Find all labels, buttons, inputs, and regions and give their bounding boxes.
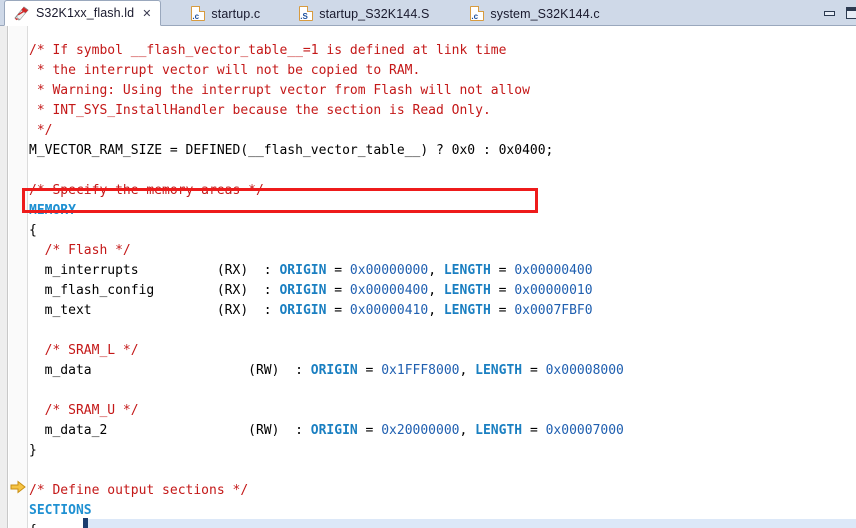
maximize-button[interactable] (840, 4, 856, 22)
gutter-arrow-icon[interactable] (10, 480, 26, 494)
tab-startup-s32k144-s[interactable]: .S startup_S32K144.S (291, 1, 438, 26)
code-line: /* Specify the memory areas */ (29, 183, 264, 198)
code-viewport[interactable]: /* If symbol __flash_vector_table__=1 is… (29, 26, 856, 528)
tab-label: S32K1xx_flash.ld (36, 6, 135, 20)
tab-system-s32k144-c[interactable]: .c system_S32K144.c (462, 1, 608, 26)
tab-label: system_S32K144.c (490, 6, 600, 21)
code-line: M_VECTOR_RAM_SIZE = DEFINED(__flash_vect… (29, 143, 554, 158)
code-line: /* Define output sections */ (29, 483, 249, 498)
tab-strip: S32K1xx_flash.ld ✕ .c startup.c .S start… (0, 0, 609, 26)
code-line: { (29, 223, 37, 238)
code-line: /* If symbol __flash_vector_table__=1 is… (29, 43, 507, 58)
code-line-memory-m-data-2: m_data_2 (RW) : ORIGIN = 0x20000000, LEN… (44, 423, 624, 438)
minimize-icon (824, 10, 835, 16)
c-file-icon-label: .c (192, 12, 200, 21)
editor-outer-gutter (0, 26, 8, 528)
c-file-icon-label: .c (471, 12, 479, 21)
window-controls (819, 0, 856, 26)
maximize-icon (845, 7, 856, 19)
code-line: * INT_SYS_InstallHandler because the sec… (29, 103, 491, 118)
editor-annotation-gutter[interactable] (9, 26, 28, 528)
code-line-memory-m-interrupts: m_interrupts (RX) : ORIGIN = 0x00000000,… (44, 263, 593, 278)
asm-file-icon-label: .S (300, 12, 308, 21)
editor-window: S32K1xx_flash.ld ✕ .c startup.c .S start… (0, 0, 856, 528)
code-line-keyword-memory: MEMORY (29, 203, 76, 218)
code-line-keyword-sections: SECTIONS (29, 503, 92, 518)
tab-label: startup_S32K144.S (319, 6, 430, 21)
code-line: * Warning: Using the interrupt vector fr… (29, 83, 530, 98)
code-line-memory-m-text: m_text (RX) : ORIGIN = 0x00000410, LENGT… (44, 303, 593, 318)
tab-startup-c[interactable]: .c startup.c (183, 1, 269, 26)
tab-bar: S32K1xx_flash.ld ✕ .c startup.c .S start… (0, 0, 856, 26)
code-line-memory-m-flash-config: m_flash_config (RX) : ORIGIN = 0x0000040… (44, 283, 593, 298)
code-line: /* SRAM_L */ (29, 343, 139, 358)
c-file-icon: .c (470, 6, 485, 21)
folding-strip[interactable] (0, 26, 7, 528)
linker-script-icon (13, 5, 30, 21)
code-line: */ (29, 123, 53, 138)
minimize-button[interactable] (819, 4, 840, 22)
text-caret (83, 518, 88, 528)
source-code[interactable]: /* If symbol __flash_vector_table__=1 is… (29, 41, 624, 528)
c-file-icon: .c (191, 6, 206, 21)
tab-s32k1xx-flash-ld[interactable]: S32K1xx_flash.ld ✕ (4, 0, 162, 26)
bottom-line-highlight (88, 519, 856, 528)
code-line: } (29, 443, 37, 458)
tab-label: startup.c (211, 6, 261, 21)
asm-file-icon: .S (299, 6, 314, 21)
code-line: * the interrupt vector will not be copie… (29, 63, 421, 78)
code-line: /* Flash */ (29, 243, 131, 258)
close-icon[interactable]: ✕ (142, 8, 151, 19)
code-editor[interactable]: /* If symbol __flash_vector_table__=1 is… (0, 26, 856, 528)
code-line-memory-m-data: m_data (RW) : ORIGIN = 0x1FFF8000, LENGT… (44, 363, 624, 378)
code-line: /* SRAM_U */ (29, 403, 139, 418)
